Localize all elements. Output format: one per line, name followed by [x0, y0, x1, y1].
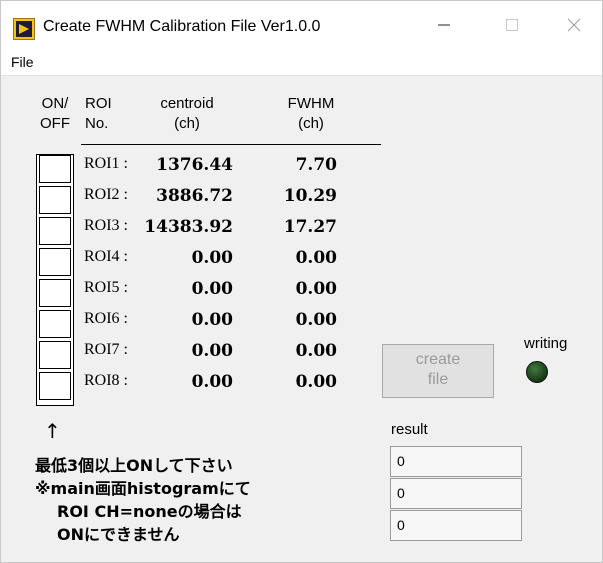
close-button[interactable]: [551, 7, 597, 43]
roi-fwhm-value: 10.29: [283, 186, 337, 206]
maximize-button[interactable]: [489, 7, 535, 43]
roi-centroid-value: 0.00: [191, 341, 233, 361]
roi-centroid-value: 3886.72: [156, 186, 233, 206]
header-roi-no-line1: ROI: [85, 95, 112, 112]
writing-label: writing: [524, 335, 568, 352]
roi-fwhm-value: 0.00: [295, 248, 337, 268]
labview-app-icon: [13, 18, 35, 40]
roi-fwhm-value: 0.00: [295, 372, 337, 392]
header-fwhm: FWHM (ch): [279, 94, 343, 134]
header-on-off-line1: ON/: [41, 95, 69, 112]
result-field-1: 0: [390, 446, 522, 477]
close-icon: [567, 18, 581, 32]
header-on-off-line2: OFF: [40, 115, 70, 132]
create-file-button[interactable]: create file: [382, 344, 494, 398]
roi4-checkbox[interactable]: [39, 248, 71, 276]
result-label: result: [391, 421, 428, 438]
roi-fwhm-value: 17.27: [283, 217, 337, 237]
note-line-1: 最低3個以上ONして下さい: [35, 456, 233, 475]
roi3-checkbox[interactable]: [39, 217, 71, 245]
result-field-3: 0: [390, 510, 522, 541]
minimize-button[interactable]: [421, 7, 467, 43]
roi-label: ROI7 :: [84, 341, 128, 358]
roi-label: ROI1 :: [84, 155, 128, 172]
roi2-checkbox[interactable]: [39, 186, 71, 214]
roi5-checkbox[interactable]: [39, 279, 71, 307]
maximize-icon: [506, 19, 518, 31]
roi7-checkbox[interactable]: [39, 341, 71, 369]
up-arrow-icon: ↑: [44, 419, 61, 443]
menu-file[interactable]: File: [11, 54, 34, 70]
roi-label: ROI5 :: [84, 279, 128, 296]
header-centroid-line2: (ch): [174, 115, 200, 132]
roi-centroid-value: 14383.92: [144, 217, 233, 237]
roi-centroid-value: 0.00: [191, 310, 233, 330]
roi-fwhm-value: 0.00: [295, 310, 337, 330]
header-divider: [81, 144, 381, 145]
roi8-checkbox[interactable]: [39, 372, 71, 400]
roi-label: ROI3 :: [84, 217, 128, 234]
writing-led-indicator: [526, 361, 548, 383]
roi-centroid-value: 0.00: [191, 279, 233, 299]
note-line-2: ※main画面histogramにて: [35, 479, 251, 498]
on-off-checkbox-array: [36, 154, 74, 406]
roi-centroid-value: 1376.44: [156, 155, 233, 175]
roi-centroid-value: 0.00: [191, 248, 233, 268]
header-roi-no: ROI No.: [85, 94, 119, 134]
menu-bar: File: [1, 47, 602, 76]
roi1-checkbox[interactable]: [39, 155, 71, 183]
roi-fwhm-value: 0.00: [295, 341, 337, 361]
window-title: Create FWHM Calibration File Ver1.0.0: [43, 18, 321, 35]
roi-fwhm-value: 0.00: [295, 279, 337, 299]
header-fwhm-line2: (ch): [298, 115, 324, 132]
header-on-off: ON/ OFF: [34, 94, 76, 134]
roi-label: ROI8 :: [84, 372, 128, 389]
roi-label: ROI2 :: [84, 186, 128, 203]
note-line-3: ROI CH=noneの場合は: [57, 502, 242, 521]
roi-centroid-value: 0.00: [191, 372, 233, 392]
header-centroid: centroid (ch): [145, 94, 229, 134]
title-bar[interactable]: Create FWHM Calibration File Ver1.0.0: [1, 1, 602, 47]
note-line-4: ONにできません: [57, 525, 180, 544]
header-centroid-line1: centroid: [160, 95, 214, 112]
header-roi-no-line2: No.: [85, 115, 109, 132]
result-field-2: 0: [390, 478, 522, 509]
roi-fwhm-value: 7.70: [295, 155, 337, 175]
header-fwhm-line1: FWHM: [287, 95, 335, 112]
roi6-checkbox[interactable]: [39, 310, 71, 338]
minimize-icon: [438, 24, 450, 26]
roi-label: ROI4 :: [84, 248, 128, 265]
roi-label: ROI6 :: [84, 310, 128, 327]
main-window: Create FWHM Calibration File Ver1.0.0 Fi…: [0, 0, 603, 563]
